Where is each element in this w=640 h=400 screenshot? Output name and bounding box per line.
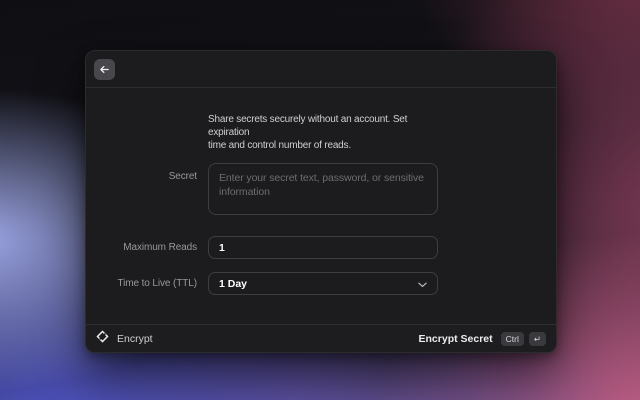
form-body: Share secrets securely without an accoun… [86,88,556,324]
extension-window: Share secrets securely without an accoun… [85,50,557,353]
footer: Encrypt Encrypt Secret Ctrl ↵ [86,324,556,352]
chevron-down-icon [418,275,427,293]
secret-input[interactable] [208,163,438,215]
description-text: Share secrets securely without an accoun… [208,113,450,152]
ttl-row: Time to Live (TTL) 1 Day [86,272,556,295]
maximum-reads-input[interactable] [208,236,438,259]
description-line-2: time and control number of reads. [208,139,450,152]
maximum-reads-label: Maximum Reads [86,242,208,253]
secret-row: Secret [86,163,556,220]
window-header [86,51,556,88]
ttl-select[interactable]: 1 Day [208,272,438,295]
ttl-selected-value: 1 Day [219,278,247,290]
description-line-1: Share secrets securely without an accoun… [208,113,450,139]
primary-action-button[interactable]: Encrypt Secret Ctrl ↵ [419,332,546,346]
maximum-reads-row: Maximum Reads [86,236,556,259]
secret-label: Secret [86,163,208,182]
primary-action-label: Encrypt Secret [419,333,493,345]
ttl-label: Time to Live (TTL) [86,278,208,289]
back-button[interactable] [94,59,115,80]
ctrl-key-badge: Ctrl [501,332,524,346]
command-name: Encrypt [117,333,153,345]
encrypt-extension-icon [96,330,109,348]
enter-key-badge: ↵ [529,332,546,346]
arrow-left-icon [98,63,111,76]
